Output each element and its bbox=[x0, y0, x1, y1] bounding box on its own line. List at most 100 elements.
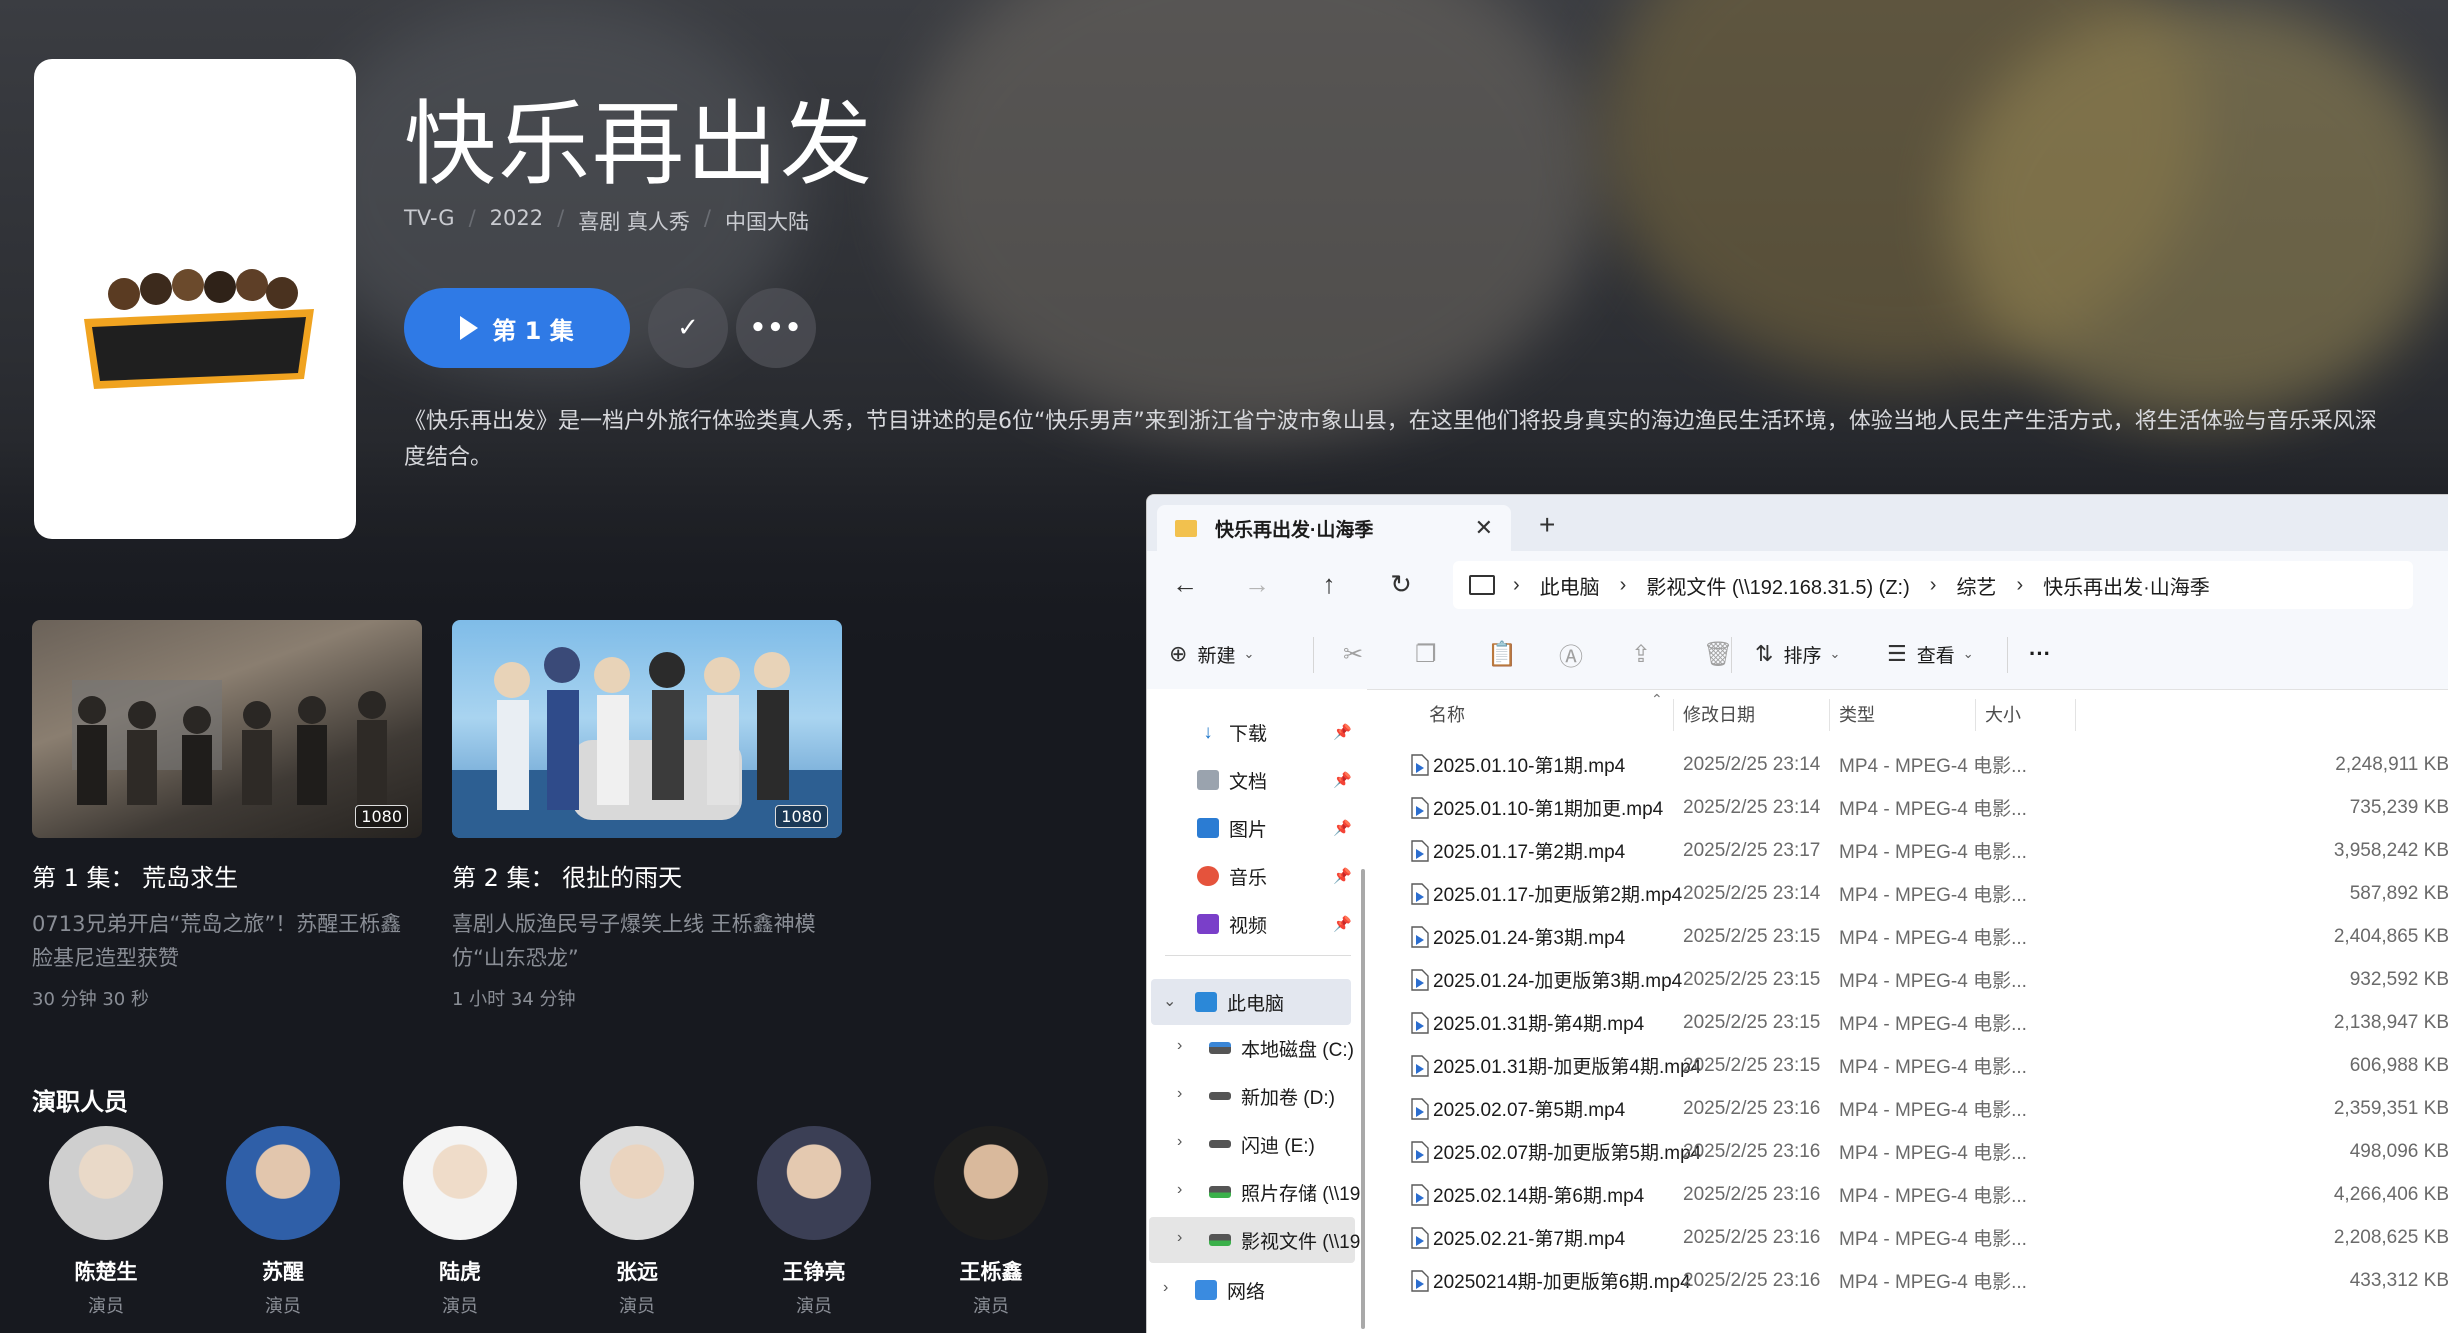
file-name[interactable]: 2025.02.07期-加更版第5期.mp4 bbox=[1433, 1138, 1701, 1165]
column-header-date[interactable]: 修改日期 bbox=[1683, 689, 1755, 739]
table-row[interactable]: 2025.01.10-第1期加更.mp4 2025/2/25 23:14 MP4 -… bbox=[1383, 786, 2448, 829]
column-header-size[interactable]: 大小 bbox=[1985, 689, 2021, 739]
column-header-type[interactable]: 类型 bbox=[1839, 689, 1875, 739]
chevron-right-icon[interactable]: › bbox=[1177, 1229, 1182, 1247]
avatar[interactable] bbox=[226, 1126, 340, 1240]
pin-icon[interactable]: 📌 bbox=[1333, 723, 1352, 741]
sort-button[interactable]: ⇅ 排序 ⌄ bbox=[1755, 619, 1840, 689]
breadcrumb-item[interactable]: 快乐再出发·山海季 bbox=[2043, 571, 2210, 600]
pin-icon[interactable]: 📌 bbox=[1333, 915, 1352, 933]
chevron-right-icon[interactable]: › bbox=[1177, 1133, 1182, 1151]
episode-title[interactable]: 第 2 集： 很扯的雨天 bbox=[452, 858, 842, 893]
avatar[interactable] bbox=[580, 1126, 694, 1240]
refresh-button[interactable]: ↻ bbox=[1385, 569, 1417, 600]
episode-thumbnail[interactable]: 1080 bbox=[32, 620, 422, 838]
sidebar-item-drive-e[interactable]: 闪迪 (E:) bbox=[1209, 1121, 1315, 1167]
episode-card[interactable]: 1080 第 2 集： 很扯的雨天 喜剧人版渔民号子爆笑上线 王栎鑫神模仿“山东… bbox=[452, 620, 842, 1011]
sidebar-item-drive-c[interactable]: 本地磁盘 (C:) bbox=[1209, 1025, 1354, 1071]
breadcrumb-item[interactable]: 影视文件 (\\192.168.31.5) (Z:) bbox=[1646, 571, 1909, 600]
sidebar-item-downloads[interactable]: ↓ 下载 📌 bbox=[1197, 709, 1351, 755]
mark-watched-button[interactable]: ✓ bbox=[648, 288, 728, 368]
table-row[interactable]: 2025.01.31期-第4期.mp4 2025/2/25 23:15 MP4 - … bbox=[1383, 1001, 2448, 1044]
avatar[interactable] bbox=[934, 1126, 1048, 1240]
sidebar-item-documents[interactable]: 文档 📌 bbox=[1197, 757, 1352, 803]
show-poster[interactable] bbox=[34, 59, 356, 539]
table-row[interactable]: 2025.01.24-加更版第3期.mp4 2025/2/25 23:15 MP4 … bbox=[1383, 958, 2448, 1001]
chevron-right-icon[interactable]: › bbox=[2016, 574, 2023, 597]
share-button[interactable]: ⇪ bbox=[1631, 619, 1651, 689]
cast-name[interactable]: 张远 bbox=[577, 1256, 697, 1286]
table-row[interactable]: 2025.02.07期-加更版第5期.mp4 2025/2/25 23:16 MP4… bbox=[1383, 1130, 2448, 1173]
sidebar-item-pictures[interactable]: 图片 📌 bbox=[1197, 805, 1352, 851]
back-button[interactable]: ← bbox=[1169, 569, 1201, 600]
file-name[interactable]: 2025.01.10-第1期.mp4 bbox=[1433, 751, 1625, 778]
table-row[interactable]: 2025.01.17-第2期.mp4 2025/2/25 23:17 MP4 - M… bbox=[1383, 829, 2448, 872]
table-row[interactable]: 20250214期-加更版第6期.mp4 2025/2/25 23:16 MP4 -… bbox=[1383, 1259, 2448, 1302]
cast-name[interactable]: 王铮亮 bbox=[754, 1256, 874, 1286]
table-row[interactable]: 2025.01.31期-加更版第4期.mp4 2025/2/25 23:15 MP4… bbox=[1383, 1044, 2448, 1087]
episode-card[interactable]: 1080 第 1 集： 荒岛求生 0713兄弟开启“荒岛之旅”！苏醒王栎鑫脸基尼… bbox=[32, 620, 422, 1011]
chevron-right-icon[interactable]: › bbox=[1163, 1279, 1168, 1297]
file-name[interactable]: 2025.01.31期-第4期.mp4 bbox=[1433, 1009, 1644, 1036]
cast-name[interactable]: 王栎鑫 bbox=[931, 1256, 1051, 1286]
table-row[interactable]: 2025.01.17-加更版第2期.mp4 2025/2/25 23:14 MP4 … bbox=[1383, 872, 2448, 915]
chevron-down-icon[interactable]: ⌄ bbox=[1163, 991, 1176, 1011]
paste-button[interactable]: 📋 bbox=[1487, 619, 1517, 689]
chevron-right-icon[interactable]: › bbox=[1620, 574, 1627, 597]
sidebar-item-videos[interactable]: 视频 📌 bbox=[1197, 901, 1352, 947]
cast-name[interactable]: 陈楚生 bbox=[46, 1256, 166, 1286]
file-name[interactable]: 2025.01.24-第3期.mp4 bbox=[1433, 923, 1625, 950]
cast-name[interactable]: 陆虎 bbox=[400, 1256, 520, 1286]
sidebar-item-drive-d[interactable]: 新加卷 (D:) bbox=[1209, 1073, 1335, 1119]
file-name[interactable]: 2025.01.17-加更版第2期.mp4 bbox=[1433, 880, 1682, 907]
more-options-button[interactable]: ••• bbox=[736, 288, 816, 368]
table-row[interactable]: 2025.02.14期-第6期.mp4 2025/2/25 23:16 MP4 - … bbox=[1383, 1173, 2448, 1216]
sidebar-item-network-drive-videos[interactable]: 影视文件 (\\19 bbox=[1209, 1217, 1360, 1263]
sidebar-item-network[interactable]: 网络 bbox=[1195, 1267, 1265, 1313]
file-name[interactable]: 2025.02.21-第7期.mp4 bbox=[1433, 1224, 1625, 1251]
sidebar-item-this-pc[interactable]: 此电脑 bbox=[1195, 979, 1284, 1025]
pin-icon[interactable]: 📌 bbox=[1333, 867, 1352, 885]
cast-member[interactable]: 陆虎 演员 bbox=[400, 1126, 520, 1318]
breadcrumb-item[interactable]: 综艺 bbox=[1956, 571, 1996, 600]
chevron-right-icon[interactable]: › bbox=[1177, 1181, 1182, 1199]
play-button[interactable]: 第 1 集 bbox=[404, 288, 630, 368]
cast-member[interactable]: 张远 演员 bbox=[577, 1126, 697, 1318]
column-header-name[interactable]: 名称 bbox=[1429, 689, 1465, 739]
pin-icon[interactable]: 📌 bbox=[1333, 819, 1352, 837]
file-name[interactable]: 2025.02.07-第5期.mp4 bbox=[1433, 1095, 1625, 1122]
up-button[interactable]: ↑ bbox=[1313, 569, 1345, 600]
address-bar[interactable]: › 此电脑 › 影视文件 (\\192.168.31.5) (Z:) › 综艺 … bbox=[1453, 561, 2413, 609]
chevron-right-icon[interactable]: › bbox=[1930, 574, 1937, 597]
file-name[interactable]: 2025.01.31期-加更版第4期.mp4 bbox=[1433, 1052, 1701, 1079]
cut-button[interactable]: ✂ bbox=[1343, 619, 1363, 689]
episode-title[interactable]: 第 1 集： 荒岛求生 bbox=[32, 858, 422, 893]
new-button[interactable]: ⊕ 新建 ⌄ bbox=[1169, 619, 1254, 689]
file-name[interactable]: 2025.01.17-第2期.mp4 bbox=[1433, 837, 1625, 864]
sidebar-item-music[interactable]: 音乐 📌 bbox=[1197, 853, 1352, 899]
view-button[interactable]: ☰ 查看 ⌄ bbox=[1887, 619, 1974, 689]
cast-member[interactable]: 苏醒 演员 bbox=[223, 1126, 343, 1318]
rename-button[interactable]: Ⓐ bbox=[1559, 619, 1583, 689]
new-tab-button[interactable]: + bbox=[1539, 509, 1555, 541]
forward-button[interactable]: → bbox=[1241, 569, 1273, 600]
avatar[interactable] bbox=[757, 1126, 871, 1240]
cast-member[interactable]: 王栎鑫 演员 bbox=[931, 1126, 1051, 1318]
avatar[interactable] bbox=[403, 1126, 517, 1240]
copy-button[interactable]: ❐ bbox=[1415, 619, 1437, 689]
delete-button[interactable]: 🗑 bbox=[1703, 619, 1733, 689]
tab-current-folder[interactable]: 快乐再出发·山海季 ✕ bbox=[1157, 505, 1511, 551]
cast-member[interactable]: 陈楚生 演员 bbox=[46, 1126, 166, 1318]
table-row[interactable]: 2025.02.07-第5期.mp4 2025/2/25 23:16 MP4 - M… bbox=[1383, 1087, 2448, 1130]
avatar[interactable] bbox=[49, 1126, 163, 1240]
cast-name[interactable]: 苏醒 bbox=[223, 1256, 343, 1286]
cast-member[interactable]: 王铮亮 演员 bbox=[754, 1126, 874, 1318]
file-name[interactable]: 2025.01.24-加更版第3期.mp4 bbox=[1433, 966, 1682, 993]
file-name[interactable]: 2025.01.10-第1期加更.mp4 bbox=[1433, 794, 1663, 821]
file-name[interactable]: 20250214期-加更版第6期.mp4 bbox=[1433, 1267, 1691, 1294]
sidebar-scrollbar[interactable] bbox=[1361, 869, 1365, 1329]
chevron-right-icon[interactable]: › bbox=[1513, 574, 1520, 597]
chevron-right-icon[interactable]: › bbox=[1177, 1085, 1182, 1103]
episode-thumbnail[interactable]: 1080 bbox=[452, 620, 842, 838]
more-options-button[interactable]: ··· bbox=[2029, 619, 2051, 689]
